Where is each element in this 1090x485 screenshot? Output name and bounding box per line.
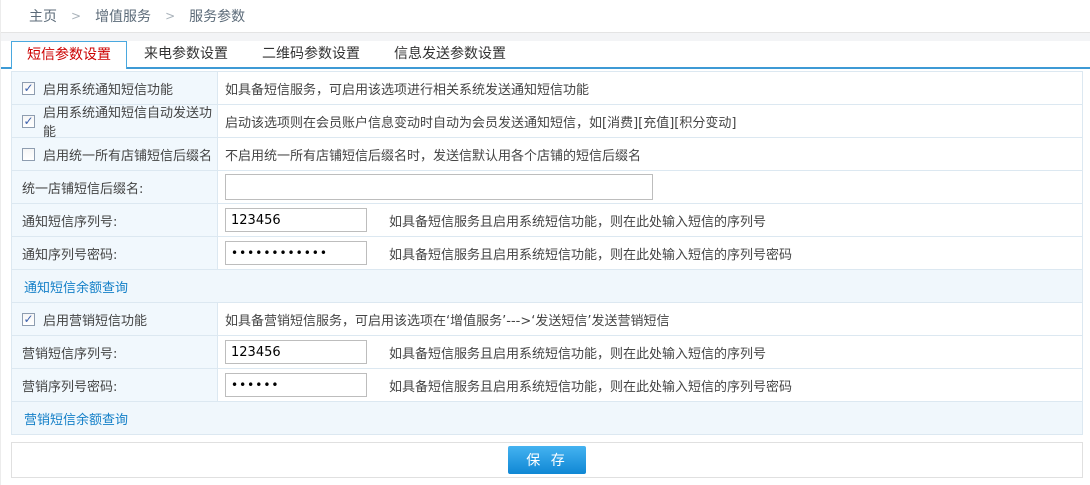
row-label: 通知短信序列号: [22,211,117,230]
table-row: 营销序列号密码: 如具备短信服务且启用系统短信功能，则在此处输入短信的序列号密码 [12,369,1082,402]
checkbox-system-notify-sms[interactable] [22,82,35,95]
table-row: 启用系统通知短信功能 如具备短信服务，可启用该选项进行相关系统发送通知短信功能 [12,72,1082,105]
tab-sms-params[interactable]: 短信参数设置 [11,41,127,69]
breadcrumb: 主页 > 增值服务 > 服务参数 [1,0,1090,33]
row-label-cell: 启用统一所有店铺短信后缀名 [12,138,218,170]
tab-incoming-call-params[interactable]: 来电参数设置 [127,41,245,67]
row-input-cell: 如具备短信服务且启用系统短信功能，则在此处输入短信的序列号密码 [218,237,1082,269]
table-row: 启用系统通知短信自动发送功能 启动该选项则在会员账户信息变动时自动为会员发送通知… [12,105,1082,138]
row-description: 如具备营销短信服务，可启用该选项在‘增值服务’--->‘发送短信’发送营销短信 [218,303,1082,335]
row-input-cell: 如具备短信服务且启用系统短信功能，则在此处输入短信的序列号 [218,336,1082,368]
row-description: 启动该选项则在会员账户信息变动时自动为会员发送通知短信，如[消费][充值][积分… [218,105,1082,137]
row-label: 启用系统通知短信功能 [43,79,173,98]
spacer [1,435,1090,442]
row-label-cell: 启用系统通知短信自动发送功能 [12,105,218,137]
divider-band [1,33,1090,41]
notify-sms-serial-input[interactable] [225,208,367,232]
save-button-bar: 保 存 [11,442,1083,478]
table-row: 启用统一所有店铺短信后缀名 不启用统一所有店铺短信后缀名时，发送信默认用各个店铺… [12,138,1082,171]
row-label: 统一店铺短信后缀名: [22,178,143,197]
row-description: 如具备短信服务，可启用该选项进行相关系统发送通知短信功能 [218,72,1082,104]
row-label-cell: 启用系统通知短信功能 [12,72,218,104]
row-label-cell: 启用营销短信功能 [12,303,218,335]
table-row: 营销短信序列号: 如具备短信服务且启用系统短信功能，则在此处输入短信的序列号 [12,336,1082,369]
row-input-cell: 如具备短信服务且启用系统短信功能，则在此处输入短信的序列号 [218,204,1082,236]
tab-qrcode-params[interactable]: 二维码参数设置 [245,41,377,67]
breadcrumb-item-value-added-service[interactable]: 增值服务 [95,6,151,26]
table-row: 启用营销短信功能 如具备营销短信服务，可启用该选项在‘增值服务’--->‘发送短… [12,303,1082,336]
row-label: 营销短信序列号: [22,343,117,362]
row-description: 如具备短信服务且启用系统短信功能，则在此处输入短信的序列号 [389,211,766,230]
marketing-sms-balance-link[interactable]: 营销短信余额查询 [24,409,128,428]
row-label-cell: 通知序列号密码: [12,237,218,269]
notify-serial-password-input[interactable] [225,241,367,265]
row-label-cell: 营销序列号密码: [12,369,218,401]
table-row: 营销短信余额查询 [12,402,1082,435]
save-button[interactable]: 保 存 [508,446,586,474]
row-label: 营销序列号密码: [22,376,117,395]
row-input-cell: 如具备短信服务且启用系统短信功能，则在此处输入短信的序列号密码 [218,369,1082,401]
tab-bar: 短信参数设置 来电参数设置 二维码参数设置 信息发送参数设置 [1,41,1090,69]
row-description: 如具备短信服务且启用系统短信功能，则在此处输入短信的序列号密码 [389,244,792,263]
marketing-serial-password-input[interactable] [225,373,367,397]
breadcrumb-item-home[interactable]: 主页 [29,6,57,26]
breadcrumb-separator: > [71,9,81,23]
tab-message-send-params[interactable]: 信息发送参数设置 [377,41,523,67]
row-description: 如具备短信服务且启用系统短信功能，则在此处输入短信的序列号密码 [389,376,792,395]
table-row: 通知序列号密码: 如具备短信服务且启用系统短信功能，则在此处输入短信的序列号密码 [12,237,1082,270]
table-row: 统一店铺短信后缀名: [12,171,1082,204]
row-label: 启用系统通知短信自动发送功能 [43,102,217,140]
row-description: 不启用统一所有店铺短信后缀名时，发送信默认用各个店铺的短信后缀名 [218,138,1082,170]
row-label-cell: 通知短信序列号: [12,204,218,236]
breadcrumb-separator: > [165,9,175,23]
row-description: 如具备短信服务且启用系统短信功能，则在此处输入短信的序列号 [389,343,766,362]
notify-sms-balance-link[interactable]: 通知短信余额查询 [24,277,128,296]
row-label: 启用营销短信功能 [43,310,147,329]
breadcrumb-item-service-params[interactable]: 服务参数 [189,6,245,26]
row-label-cell: 营销短信序列号: [12,336,218,368]
row-label: 启用统一所有店铺短信后缀名 [43,145,212,164]
checkbox-auto-send-notify-sms[interactable] [22,115,35,128]
checkbox-marketing-sms[interactable] [22,313,35,326]
table-row: 通知短信序列号: 如具备短信服务且启用系统短信功能，则在此处输入短信的序列号 [12,204,1082,237]
row-label: 通知序列号密码: [22,244,117,263]
row-input-cell [218,171,1082,203]
table-row: 通知短信余额查询 [12,270,1082,303]
checkbox-unified-shop-suffix[interactable] [22,148,35,161]
row-label-cell: 统一店铺短信后缀名: [12,171,218,203]
unified-suffix-input[interactable] [225,174,653,200]
settings-table: 启用系统通知短信功能 如具备短信服务，可启用该选项进行相关系统发送通知短信功能 … [11,71,1083,435]
marketing-sms-serial-input[interactable] [225,340,367,364]
